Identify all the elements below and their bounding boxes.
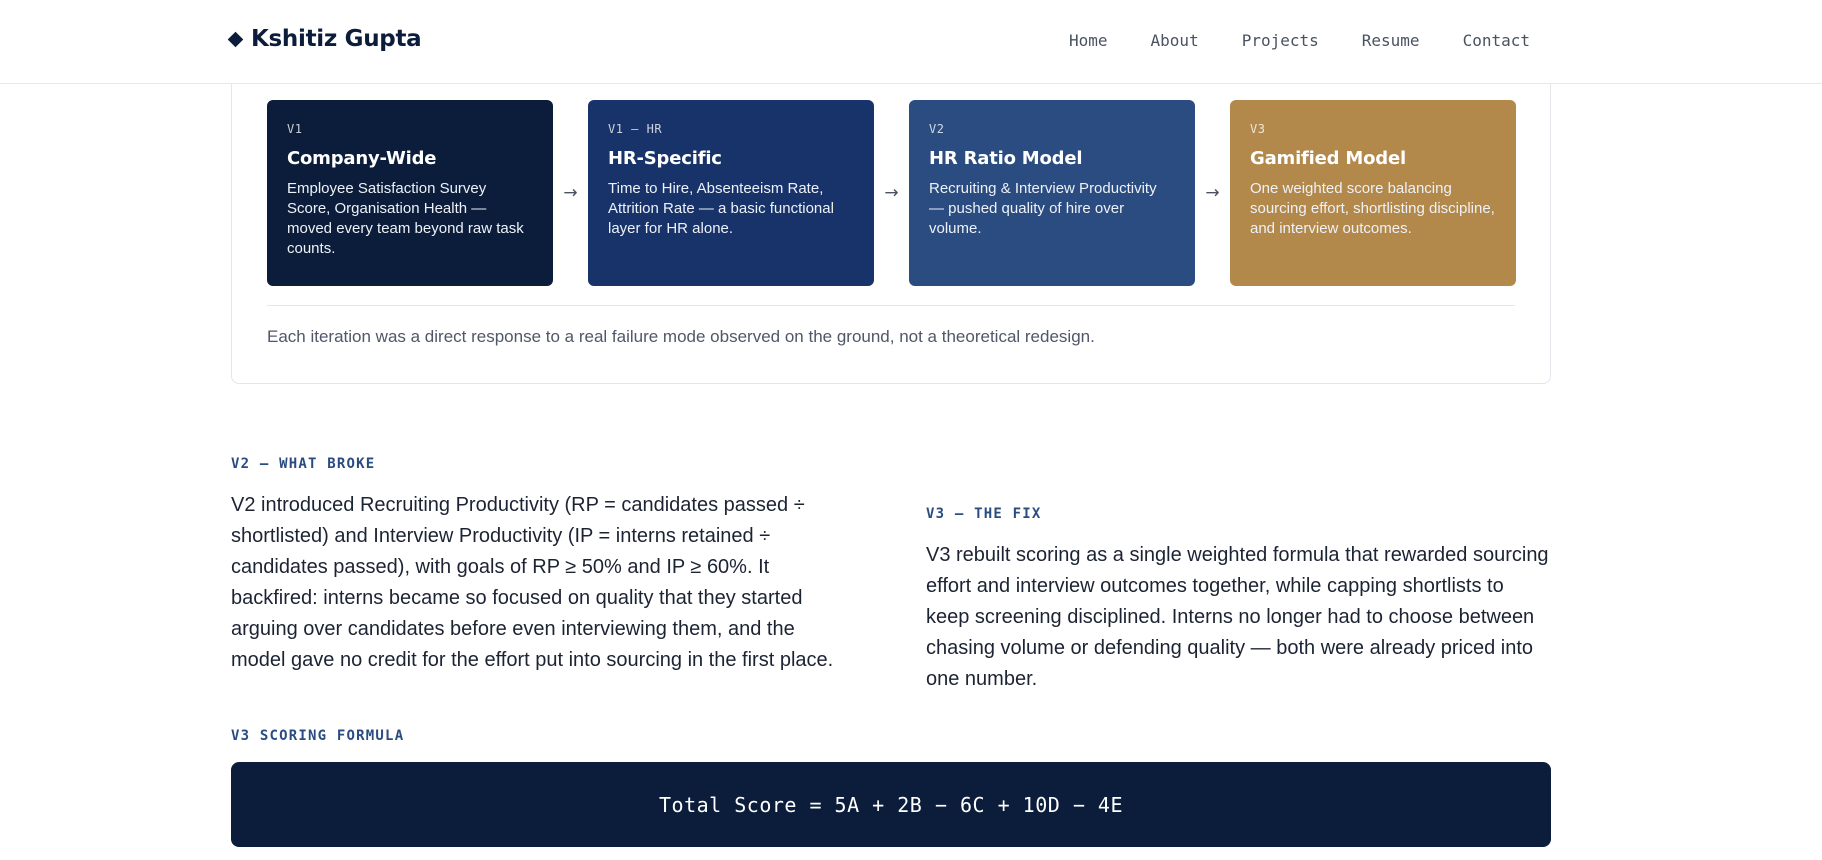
nav-link-about[interactable]: About [1151,31,1199,50]
nav-link-contact[interactable]: Contact [1463,31,1530,50]
nav-link-home[interactable]: Home [1069,31,1108,50]
arrow-right-icon: → [563,183,578,203]
nav-links: Home About Projects Resume Contact [1069,31,1530,50]
timeline-note: Each iteration was a direct response to … [267,327,1095,346]
brand-name: Kshitiz Gupta [251,26,422,52]
timeline-card-v2: V2 HR Ratio Model Recruiting & Interview… [909,100,1195,286]
card-tag: V1 — HR [608,122,663,136]
top-navigation: Kshitiz Gupta Home About Projects Resume… [0,0,1822,84]
scoring-formula: Total Score = 5A + 2B − 6C + 10D − 4E [658,792,1124,817]
arrow-right-icon: → [1205,183,1220,203]
card-title: Gamified Model [1250,148,1406,169]
diamond-icon [227,31,244,47]
v3-section-label: V3 — THE FIX [926,506,1042,522]
card-description: One weighted score balancing sourcing ef… [1250,180,1495,237]
timeline-card-v1-hr: V1 — HR HR-Specific Time to Hire, Absent… [588,100,874,286]
nav-link-projects[interactable]: Projects [1242,31,1319,50]
arrow-right-icon: → [884,183,899,203]
card-tag: V2 [929,122,945,136]
brand-logo[interactable]: Kshitiz Gupta [227,26,422,52]
timeline-card-v3: V3 Gamified Model One weighted score bal… [1230,100,1516,286]
card-description: Time to Hire, Absenteeism Rate, Attritio… [608,180,834,237]
card-tag: V3 [1250,122,1266,136]
card-title: HR-Specific [608,148,722,169]
timeline-card-v1: V1 Company-Wide Employee Satisfaction Su… [267,100,553,286]
formula-section-label: V3 SCORING FORMULA [231,728,405,744]
v2-section-label: V2 — WHAT BROKE [231,456,376,472]
v3-section-text: V3 rebuilt scoring as a single weighted … [926,544,1549,690]
card-title: HR Ratio Model [929,148,1083,169]
timeline-cards: V1 Company-Wide Employee Satisfaction Su… [267,100,1516,286]
card-title: Company-Wide [287,148,437,169]
card-description: Employee Satisfaction Survey Score, Orga… [287,180,524,257]
v2-section-text: V2 introduced Recruiting Productivity (R… [231,494,834,671]
panel-divider [267,305,1515,306]
iteration-timeline-panel: V1 Company-Wide Employee Satisfaction Su… [231,56,1551,384]
card-description: Recruiting & Interview Productivity — pu… [929,180,1157,237]
card-tag: V1 [287,122,303,136]
formula-box: Total Score = 5A + 2B − 6C + 10D − 4E [231,762,1551,847]
nav-link-resume[interactable]: Resume [1362,31,1420,50]
